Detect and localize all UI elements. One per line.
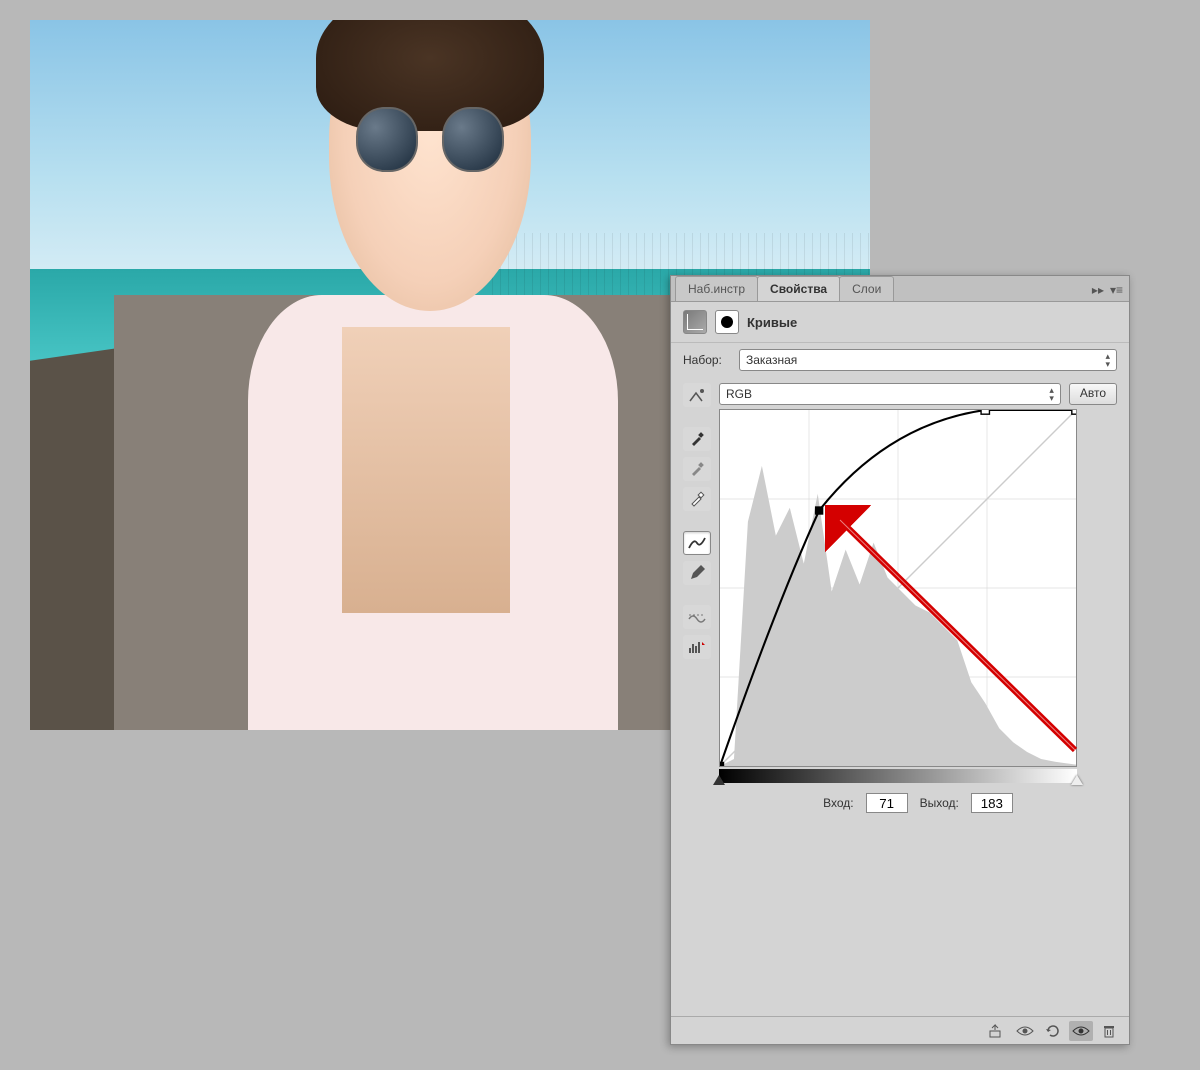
input-label: Вход: (823, 796, 853, 810)
reset-default-icon[interactable] (1069, 1021, 1093, 1041)
smooth-icon[interactable] (683, 605, 711, 629)
output-value-field[interactable] (971, 793, 1013, 813)
channel-value: RGB (726, 387, 752, 401)
preset-value: Заказная (746, 353, 797, 367)
curve-mode-icon[interactable] (683, 531, 711, 555)
white-point-handle[interactable] (1071, 775, 1083, 785)
curve-point-mid[interactable] (815, 506, 823, 514)
input-range-slider[interactable] (719, 769, 1077, 783)
preset-row: Набор: Заказная ▴▾ (671, 343, 1129, 377)
eyedropper-gray-icon[interactable] (683, 457, 711, 481)
tab-properties[interactable]: Свойства (757, 276, 840, 301)
dropdown-icon: ▴▾ (1105, 352, 1110, 368)
curves-tool-column (683, 383, 711, 823)
mask-icon[interactable] (715, 310, 739, 334)
adjustment-header: Кривые (671, 302, 1129, 343)
panel-footer (671, 1016, 1129, 1044)
black-point-handle[interactable] (713, 775, 725, 785)
reset-previous-icon[interactable] (1041, 1021, 1065, 1041)
auto-button[interactable]: Авто (1069, 383, 1117, 405)
pencil-mode-icon[interactable] (683, 561, 711, 585)
tab-presets[interactable]: Наб.инстр (675, 276, 758, 301)
eyedropper-white-icon[interactable] (683, 487, 711, 511)
curves-graph[interactable] (719, 409, 1077, 767)
tab-layers[interactable]: Слои (839, 276, 894, 301)
curve-point-shadow[interactable] (720, 762, 724, 766)
toggle-visibility-icon[interactable] (1013, 1021, 1037, 1041)
curve-point-highlight[interactable] (1072, 410, 1076, 414)
curves-icon (683, 310, 707, 334)
channel-select[interactable]: RGB ▴▾ (719, 383, 1061, 405)
adjustment-title: Кривые (747, 315, 797, 330)
delete-adjustment-icon[interactable] (1097, 1021, 1121, 1041)
clip-to-layer-icon[interactable] (985, 1021, 1009, 1041)
output-label: Выход: (920, 796, 959, 810)
curve-point-hi[interactable] (981, 410, 989, 414)
histogram-clip-icon[interactable] (683, 635, 711, 659)
preset-label: Набор: (683, 353, 731, 367)
collapse-icon[interactable]: ▸▸ (1092, 283, 1104, 297)
dropdown-icon: ▴▾ (1049, 386, 1054, 402)
panel-tabs: Наб.инстр Свойства Слои ▸▸ ▾≡ (671, 276, 1129, 302)
target-adjust-icon[interactable] (683, 383, 711, 407)
panel-menu-icon[interactable]: ▾≡ (1110, 283, 1123, 297)
preset-select[interactable]: Заказная ▴▾ (739, 349, 1117, 371)
input-output-row: Вход: Выход: (719, 783, 1117, 823)
properties-panel: Наб.инстр Свойства Слои ▸▸ ▾≡ Кривые Наб… (670, 275, 1130, 1045)
eyedropper-black-icon[interactable] (683, 427, 711, 451)
input-value-field[interactable] (866, 793, 908, 813)
